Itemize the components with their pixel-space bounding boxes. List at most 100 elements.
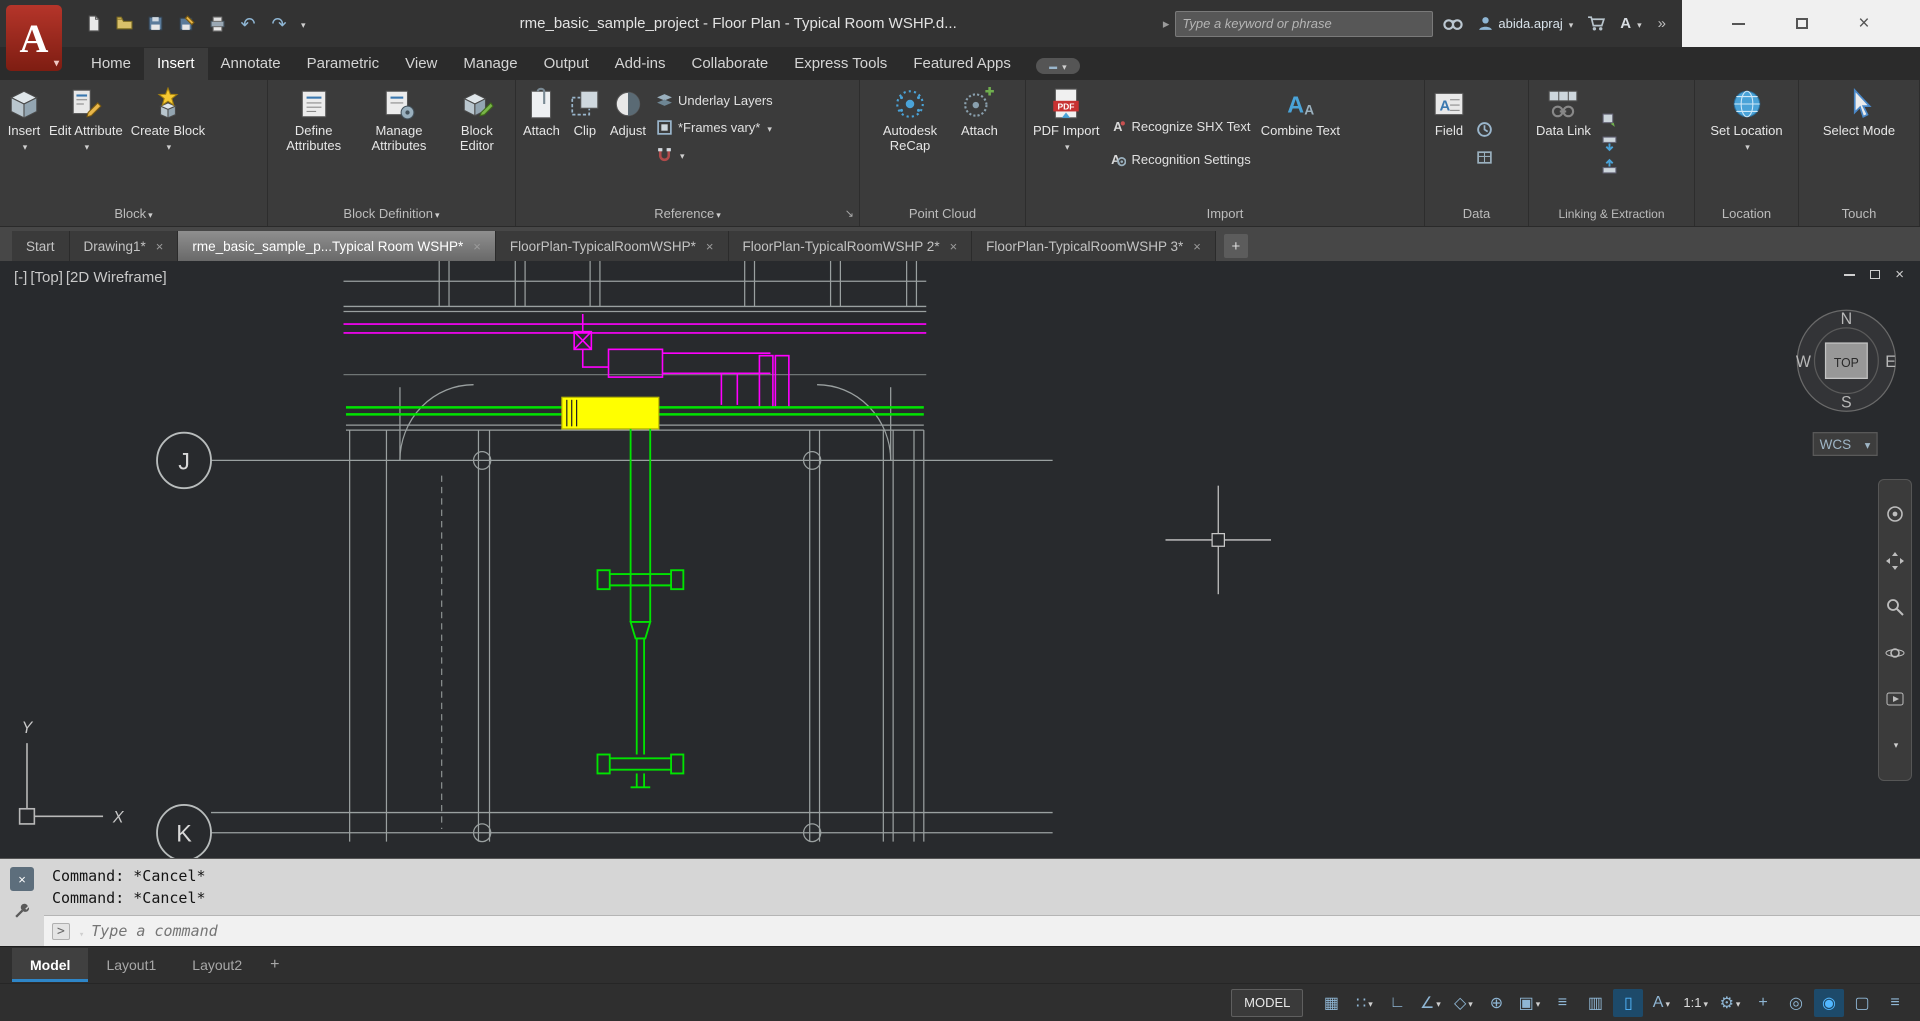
grid-bubble-j[interactable]: J [156, 431, 212, 490]
selection-cycling-icon[interactable]: ▥ [1580, 989, 1610, 1017]
qat-dropdown-icon[interactable] [299, 15, 306, 33]
close-button[interactable]: × [1858, 14, 1869, 33]
field-button[interactable]: A Field [1429, 85, 1469, 201]
snap-to-underlays-dropdown[interactable] [653, 141, 776, 168]
minimize-button[interactable] [1732, 22, 1746, 25]
adjust-button[interactable]: Adjust [607, 85, 649, 201]
new-file-icon[interactable] [82, 13, 104, 35]
plot-icon[interactable] [206, 13, 228, 35]
graphics-performance-icon[interactable]: ◉ [1814, 988, 1844, 1017]
attach-point-cloud-button[interactable]: Attach [958, 85, 1001, 201]
search-binoculars-icon[interactable] [1439, 16, 1467, 31]
workspace-switching-icon[interactable]: ⚙ [1715, 989, 1745, 1017]
panel-title-import[interactable]: Import [1026, 201, 1424, 226]
clean-screen-icon[interactable]: ▢ [1847, 989, 1877, 1017]
close-tab-icon[interactable]: × [950, 239, 958, 254]
block-editor-button[interactable]: Block Editor [443, 85, 511, 201]
navbar-dropdown-icon[interactable] [1883, 734, 1907, 758]
upload-to-source-icon[interactable] [1598, 157, 1621, 175]
drawing-viewport[interactable]: J K Y X TOP N S W E WCS ▾ [0, 261, 1920, 858]
drawing-restore-icon[interactable] [1870, 270, 1881, 279]
tab-output[interactable]: Output [531, 48, 602, 80]
manage-attributes-button[interactable]: Manage Attributes [357, 85, 440, 201]
object-snap-icon[interactable]: ▣ [1514, 989, 1544, 1017]
search-arrow-icon[interactable]: ▸ [1163, 16, 1170, 32]
save-icon[interactable] [144, 13, 166, 35]
create-block-button[interactable]: Create Block [128, 85, 208, 201]
panel-title-point-cloud[interactable]: Point Cloud [860, 201, 1025, 226]
viewcube-compass[interactable]: TOP N S W E [1796, 309, 1896, 412]
set-location-button[interactable]: Set Location [1707, 85, 1785, 201]
duct-magenta[interactable] [343, 314, 927, 409]
maximize-button[interactable] [1795, 18, 1808, 29]
attach-button[interactable]: Attach [520, 85, 563, 201]
panel-title-data[interactable]: Data [1425, 201, 1528, 226]
tab-express-tools[interactable]: Express Tools [781, 48, 900, 80]
viewport-visual-style-control[interactable]: [2D Wireframe] [66, 269, 167, 286]
tab-home[interactable]: Home [78, 48, 144, 80]
tab-manage[interactable]: Manage [450, 48, 530, 80]
annotation-scale-button[interactable]: 1:1 [1679, 989, 1712, 1017]
toolbar-overflow-icon[interactable]: » [1652, 15, 1672, 32]
redo-icon[interactable]: ↷ [268, 13, 290, 35]
drawing-minimize-icon[interactable] [1844, 273, 1856, 276]
search-input[interactable] [1182, 16, 1427, 31]
application-menu-button[interactable]: A [6, 5, 62, 71]
pdf-import-button[interactable]: PDF PDF Import [1030, 85, 1102, 201]
autodesk-recap-button[interactable]: Autodesk ReCap [864, 85, 956, 201]
tab-addins[interactable]: Add-ins [602, 48, 679, 80]
insert-button[interactable]: Insert [4, 85, 44, 201]
edit-attribute-button[interactable]: Edit Attribute [46, 85, 126, 201]
layout-tab-model[interactable]: Model [12, 948, 89, 982]
update-fields-icon[interactable] [1473, 119, 1496, 139]
navigation-wheel-icon[interactable] [1883, 502, 1907, 526]
customization-menu-icon[interactable]: ≡ [1880, 989, 1910, 1017]
define-attributes-button[interactable]: Define Attributes [272, 85, 355, 201]
frames-dropdown[interactable]: *Frames vary* [653, 114, 776, 141]
drawing-close-icon[interactable]: × [1895, 267, 1904, 282]
file-tab-active[interactable]: rme_basic_sample_p...Typical Room WSHP* × [178, 231, 496, 261]
file-tab-floorplan3[interactable]: FloorPlan-TypicalRoomWSHP 3* × [972, 231, 1216, 261]
file-tab-floorplan2[interactable]: FloorPlan-TypicalRoomWSHP 2* × [728, 231, 973, 261]
recognition-settings-button[interactable]: A Recognition Settings [1106, 146, 1253, 173]
viewport-pane-control[interactable]: [-] [14, 269, 27, 286]
customize-wrench-icon[interactable] [14, 903, 31, 925]
signin-user[interactable]: abida.apraj [1473, 15, 1577, 32]
tab-parametric[interactable]: Parametric [294, 48, 393, 80]
tab-collaborate[interactable]: Collaborate [678, 48, 781, 80]
panel-title-touch[interactable]: Touch [1799, 201, 1919, 226]
close-tab-icon[interactable]: × [706, 239, 714, 254]
drawing-area[interactable]: [-] [Top] [2D Wireframe] × J K Y X TOP N… [0, 261, 1920, 858]
wcs-button[interactable]: WCS ▾ [1812, 432, 1878, 457]
command-prompt-icon[interactable]: > [52, 922, 70, 940]
tab-annotate[interactable]: Annotate [208, 48, 294, 80]
select-mode-button[interactable]: Select Mode [1820, 85, 1898, 201]
download-from-source-icon[interactable] [1598, 134, 1621, 152]
zoom-icon[interactable] [1883, 595, 1907, 619]
panel-title-block-definition[interactable]: Block Definition [268, 201, 515, 226]
clip-button[interactable]: Clip [565, 85, 605, 201]
exchange-apps-icon[interactable]: A [1616, 15, 1645, 32]
close-tab-icon[interactable]: × [473, 239, 481, 254]
grid-display-icon[interactable]: ▦ [1316, 989, 1346, 1017]
undo-icon[interactable]: ↶ [237, 13, 259, 35]
customization-plus-icon[interactable]: + [1748, 989, 1778, 1017]
dynamic-input-icon[interactable]: ▯ [1613, 988, 1644, 1017]
file-tab-floorplan1[interactable]: FloorPlan-TypicalRoomWSHP* × [495, 231, 729, 261]
command-close-icon[interactable]: × [10, 867, 34, 891]
tab-insert[interactable]: Insert [144, 48, 208, 80]
data-link-button[interactable]: Data Link [1533, 85, 1594, 201]
model-space-toggle[interactable]: MODEL [1231, 988, 1304, 1017]
panel-title-reference[interactable]: Reference ↘ [516, 201, 859, 226]
new-layout-button[interactable]: + [260, 956, 289, 974]
command-input[interactable] [91, 922, 1912, 940]
new-drawing-tab-button[interactable]: + [1223, 234, 1248, 258]
grid-bubble-k[interactable]: K [156, 804, 212, 858]
air-terminal-yellow[interactable] [561, 396, 660, 430]
underlay-layers-button[interactable]: Underlay Layers [653, 87, 776, 114]
layout-tab-layout2[interactable]: Layout2 [174, 948, 260, 982]
tab-view[interactable]: View [392, 48, 450, 80]
object-snap-tracking-icon[interactable]: ⊕ [1481, 989, 1511, 1017]
layout-tab-layout1[interactable]: Layout1 [88, 948, 174, 982]
orbit-icon[interactable] [1883, 641, 1907, 665]
